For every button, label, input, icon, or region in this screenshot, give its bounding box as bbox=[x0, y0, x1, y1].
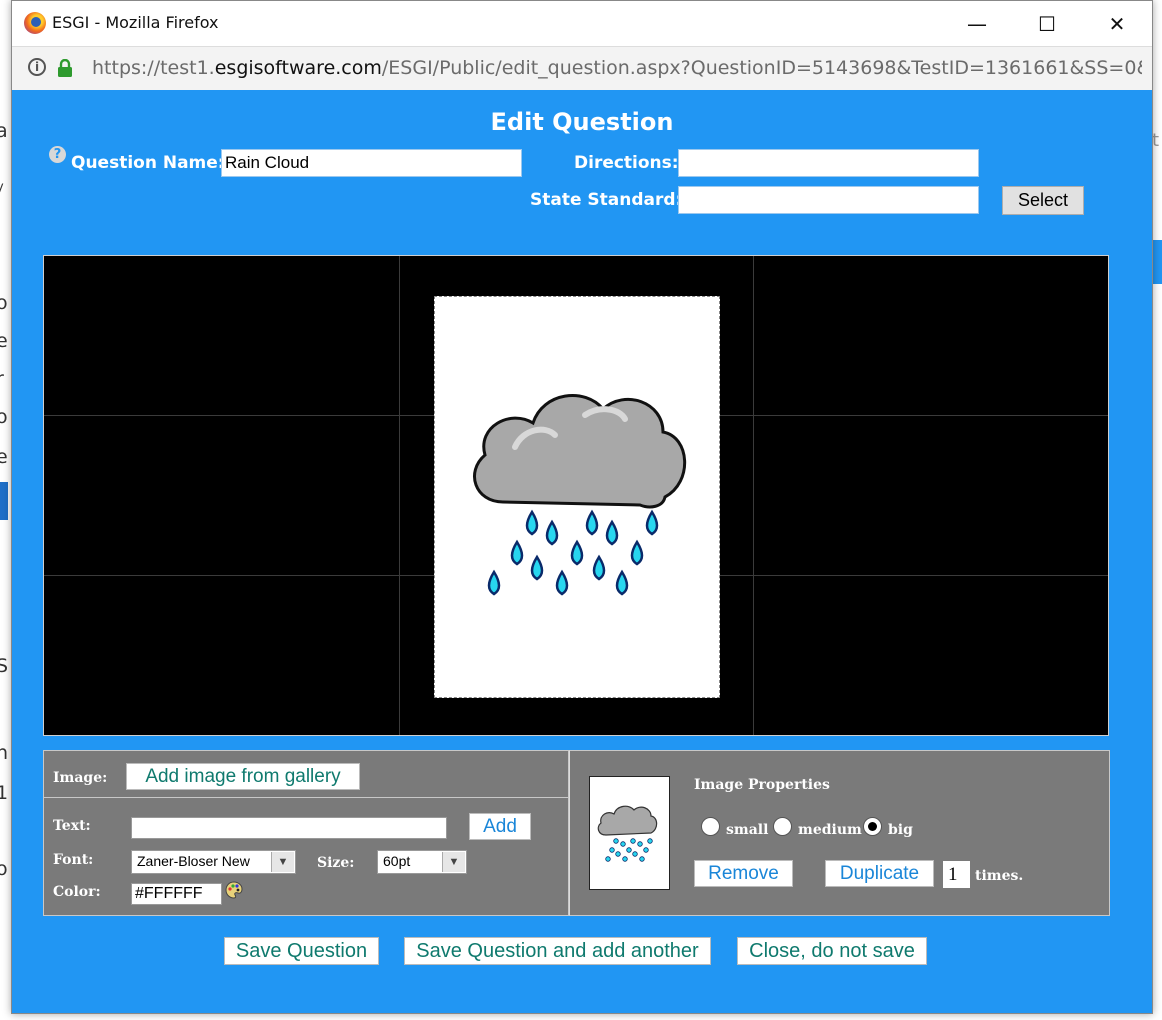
state-standard-input[interactable] bbox=[678, 186, 979, 214]
duplicate-count-input[interactable] bbox=[943, 861, 970, 888]
close-without-saving-button[interactable]: Close, do not save bbox=[737, 937, 927, 965]
color-palette-icon[interactable] bbox=[225, 881, 243, 899]
font-label: Font: bbox=[53, 852, 94, 868]
color-label: Color: bbox=[53, 884, 101, 900]
size-big-label: big bbox=[888, 822, 913, 838]
save-question-button[interactable]: Save Question bbox=[224, 937, 379, 965]
url-scheme: https://test1. bbox=[92, 57, 215, 79]
url-domain: esgisoftware.com bbox=[214, 57, 382, 79]
dropdown-arrow-icon: ▼ bbox=[442, 852, 465, 872]
question-name-label: Question Name: bbox=[71, 153, 225, 173]
background-page-right: t bbox=[1152, 90, 1162, 1020]
font-select[interactable]: Zaner-Bloser New ▼ bbox=[131, 850, 296, 874]
size-big-radio[interactable] bbox=[863, 817, 882, 836]
duplicate-button[interactable]: Duplicate bbox=[825, 860, 934, 887]
lock-icon bbox=[58, 59, 72, 77]
text-label: Text: bbox=[53, 818, 91, 834]
grid-line bbox=[399, 256, 400, 735]
help-icon[interactable]: ? bbox=[49, 146, 66, 163]
size-label: Size: bbox=[317, 855, 355, 871]
question-name-input[interactable] bbox=[221, 149, 522, 177]
window-title: ESGI - Mozilla Firefox bbox=[52, 13, 219, 32]
rain-cloud-image[interactable] bbox=[435, 297, 719, 697]
address-bar[interactable]: i https://test1.esgisoftware.com/ESGI/Pu… bbox=[12, 46, 1152, 91]
size-select[interactable]: 60pt ▼ bbox=[377, 850, 467, 874]
question-canvas[interactable] bbox=[43, 255, 1109, 736]
size-medium-radio[interactable] bbox=[773, 817, 792, 836]
minimize-button[interactable]: — bbox=[962, 9, 992, 39]
grid-line bbox=[753, 256, 754, 735]
color-input[interactable] bbox=[131, 883, 222, 905]
size-medium-label: medium bbox=[798, 822, 862, 838]
image-properties-panel: Image Properties small medium big Remove… bbox=[569, 750, 1110, 916]
font-select-value: Zaner-Bloser New bbox=[137, 853, 250, 869]
save-and-add-another-button[interactable]: Save Question and add another bbox=[404, 937, 711, 965]
text-input[interactable] bbox=[131, 817, 447, 839]
title-bar: ESGI - Mozilla Firefox — ☐ ✕ bbox=[12, 1, 1152, 46]
remove-button[interactable]: Remove bbox=[694, 860, 793, 887]
url-text[interactable]: https://test1.esgisoftware.com/ESGI/Publ… bbox=[92, 57, 1142, 79]
browser-window: ESGI - Mozilla Firefox — ☐ ✕ i https://t… bbox=[11, 0, 1153, 1014]
selected-image-frame[interactable] bbox=[434, 296, 720, 698]
rain-cloud-thumbnail-icon bbox=[597, 805, 658, 862]
size-select-value: 60pt bbox=[383, 853, 411, 869]
times-label: times. bbox=[975, 868, 1024, 884]
info-icon[interactable]: i bbox=[28, 58, 46, 76]
firefox-logo-icon bbox=[24, 12, 46, 34]
dropdown-arrow-icon: ▼ bbox=[271, 852, 294, 872]
directions-input[interactable] bbox=[678, 149, 979, 177]
url-path: /ESGI/Public/edit_question.aspx?Question… bbox=[381, 57, 1142, 79]
size-small-radio[interactable] bbox=[701, 817, 720, 836]
state-standard-label: State Standard: bbox=[530, 190, 683, 210]
image-label: Image: bbox=[53, 770, 108, 786]
select-button[interactable]: Select bbox=[1002, 186, 1084, 215]
image-thumbnail bbox=[589, 776, 670, 890]
maximize-button[interactable]: ☐ bbox=[1032, 9, 1062, 39]
directions-label: Directions: bbox=[574, 153, 679, 173]
image-properties-heading: Image Properties bbox=[694, 777, 830, 793]
dialog-title: Edit Question bbox=[490, 108, 674, 136]
size-small-label: small bbox=[726, 822, 769, 838]
add-text-button[interactable]: Add bbox=[469, 813, 531, 840]
close-window-button[interactable]: ✕ bbox=[1102, 9, 1132, 39]
content-tools-panel: Image: Add image from gallery Text: Add … bbox=[43, 750, 569, 916]
divider bbox=[44, 797, 568, 798]
edit-question-dialog: Edit Question ? Question Name: Direction… bbox=[12, 90, 1152, 1013]
add-image-from-gallery-button[interactable]: Add image from gallery bbox=[126, 763, 360, 790]
